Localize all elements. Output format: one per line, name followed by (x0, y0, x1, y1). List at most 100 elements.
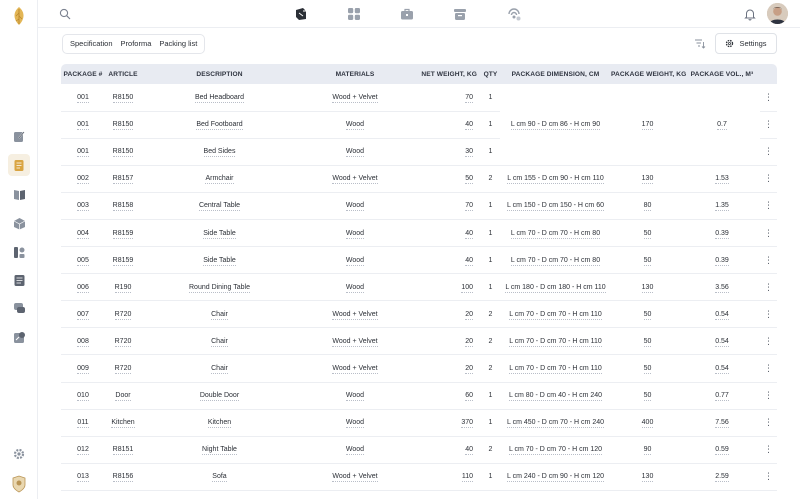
table-row[interactable]: 010 Door Double Door Wood 60 1 L cm 80 - D cm … (61, 382, 777, 410)
package-volume: 0.39 (715, 256, 729, 266)
settings-button[interactable]: Settings (715, 33, 777, 54)
package-volume: 1.35 (715, 202, 729, 212)
quantity: 1 (488, 202, 493, 210)
table-row[interactable]: 013 R8156 Sofa Wood + Velvet 110 1 L cm 240 - … (61, 463, 777, 491)
materials: Wood (345, 446, 365, 456)
package-volume: 0.54 (715, 337, 729, 347)
row-menu-icon[interactable]: ⋮ (764, 228, 773, 238)
quantity: 1 (488, 419, 493, 427)
package-weight: 400 (641, 419, 654, 429)
package-number: 001 (77, 148, 89, 158)
search-icon[interactable] (59, 8, 71, 20)
row-menu-icon[interactable]: ⋮ (764, 309, 773, 319)
shapes-icon[interactable] (11, 244, 27, 260)
col-package-weight[interactable]: PACKAGE WEIGHT, KG (611, 64, 686, 84)
row-menu-icon[interactable]: ⋮ (764, 471, 773, 481)
row-menu-icon[interactable]: ⋮ (764, 417, 773, 427)
document-tabs: Specification Proforma Packing list (62, 34, 206, 54)
net-weight: 40 (465, 229, 473, 239)
bell-icon[interactable] (743, 7, 757, 21)
package-volume: 3.56 (715, 283, 729, 293)
description: Night Table (202, 446, 237, 456)
package-volume: 0.39 (715, 229, 729, 239)
table-row[interactable]: 012 R8151 Night Table Wood 40 2 L cm 70 - D cm… (61, 436, 777, 464)
col-package[interactable]: PACKAGE # (61, 64, 105, 84)
row-menu-icon[interactable]: ⋮ (764, 92, 773, 102)
document-icon[interactable] (8, 154, 30, 176)
row-menu-icon[interactable]: ⋮ (764, 336, 773, 346)
description: Side Table (203, 256, 236, 266)
package-number: 008 (77, 337, 89, 347)
filter-icon[interactable] (694, 38, 706, 50)
table-row[interactable]: 009 R720 Chair Wood + Velvet 20 2 L cm 70 - D … (61, 354, 777, 383)
row-menu-icon[interactable]: ⋮ (764, 444, 773, 454)
tab-proforma[interactable]: Proforma (117, 36, 156, 52)
row-menu-icon[interactable]: ⋮ (764, 282, 773, 292)
leaf-logo[interactable] (11, 6, 27, 26)
package-volume: 0.59 (715, 446, 729, 456)
col-article[interactable]: ARTICLE (105, 64, 141, 84)
col-net-weight[interactable]: NET WEIGHT, KG (412, 64, 481, 84)
article-code: R720 (114, 337, 132, 347)
row-menu-icon[interactable]: ⋮ (764, 173, 773, 183)
materials: Wood (345, 392, 365, 402)
tab-packing-list[interactable]: Packing list (155, 36, 201, 52)
quantity: 2 (488, 337, 493, 345)
table-row[interactable]: 005 R8159 Side Table Wood 40 1 L cm 70 - D cm … (61, 246, 777, 275)
package-dimension: L cm 80 - D cm 40 - H cm 240 (508, 392, 603, 402)
col-qty[interactable]: QTY (481, 64, 500, 84)
materials: Wood (345, 283, 365, 293)
package-weight: 50 (643, 229, 652, 239)
grid-icon[interactable] (345, 5, 363, 23)
net-weight: 40 (465, 256, 473, 266)
row-menu-icon[interactable]: ⋮ (764, 119, 773, 129)
box-icon[interactable] (11, 215, 27, 231)
quantity: 1 (488, 148, 493, 156)
left-rail (0, 0, 38, 499)
col-description[interactable]: DESCRIPTION (141, 64, 298, 84)
package-number: 009 (77, 364, 89, 374)
brand-crest (9, 474, 29, 494)
settings-label: Settings (739, 39, 767, 48)
archive-icon[interactable] (451, 5, 469, 23)
book-icon[interactable] (11, 186, 27, 202)
signal-icon[interactable] (505, 5, 523, 23)
edit-doc-icon[interactable] (11, 128, 27, 144)
table-row[interactable]: 002 R8157 Armchair Wood + Velvet 50 2 L cm 155… (61, 165, 777, 193)
avatar[interactable] (767, 3, 788, 24)
table-row[interactable]: 004 R8159 Side Table Wood 40 1 L cm 70 - D cm … (61, 219, 777, 248)
table-row[interactable]: 007 R720 Chair Wood + Velvet 20 2 L cm 70 - D … (61, 300, 777, 329)
row-menu-icon[interactable]: ⋮ (764, 146, 773, 156)
briefcase-icon[interactable] (398, 5, 416, 23)
cube-icon[interactable] (292, 5, 310, 23)
quantity: 2 (488, 175, 493, 183)
table-row[interactable]: 008 R720 Chair Wood + Velvet 20 2 L cm 70 - D … (61, 327, 777, 356)
package-number: 001 (77, 93, 89, 103)
row-menu-icon[interactable]: ⋮ (764, 255, 773, 265)
article-code: R8158 (112, 202, 134, 212)
article-code: R720 (114, 310, 132, 320)
row-menu-icon[interactable]: ⋮ (764, 200, 773, 210)
row-menu-icon[interactable]: ⋮ (764, 363, 773, 373)
article-code: R8151 (112, 446, 134, 456)
package-number: 004 (77, 229, 89, 239)
table-row[interactable]: 006 R190 Round Dining Table Wood 100 1 L cm 18… (61, 273, 777, 302)
gear-icon[interactable] (11, 446, 27, 462)
package-number: 013 (77, 473, 89, 483)
table-row[interactable]: 001 R8150 Bed Headboard Wood + Velvet 70 1 L c… (61, 84, 777, 166)
materials: Wood (345, 256, 365, 266)
tools-icon[interactable] (11, 329, 27, 345)
package-number: 010 (77, 392, 89, 402)
package-volume: 0.77 (715, 392, 729, 402)
col-package-dimension[interactable]: PACKAGE DIMENSION, CM (500, 64, 611, 84)
package-weight: 50 (643, 364, 652, 374)
col-package-volume[interactable]: PACKAGE VOL., M³ (684, 64, 760, 84)
table-row[interactable]: 011 Kitchen Kitchen Wood 370 1 L cm 450 - D cm… (61, 409, 777, 437)
row-menu-icon[interactable]: ⋮ (764, 390, 773, 400)
table-row[interactable]: 003 R8158 Central Table Wood 70 1 L cm 150 - D… (61, 192, 777, 220)
col-materials[interactable]: MATERIALS (298, 64, 412, 84)
tab-specification[interactable]: Specification (66, 36, 117, 52)
materials: Wood (345, 419, 365, 429)
list-doc-icon[interactable] (11, 272, 27, 288)
chat-icon[interactable] (11, 300, 27, 316)
